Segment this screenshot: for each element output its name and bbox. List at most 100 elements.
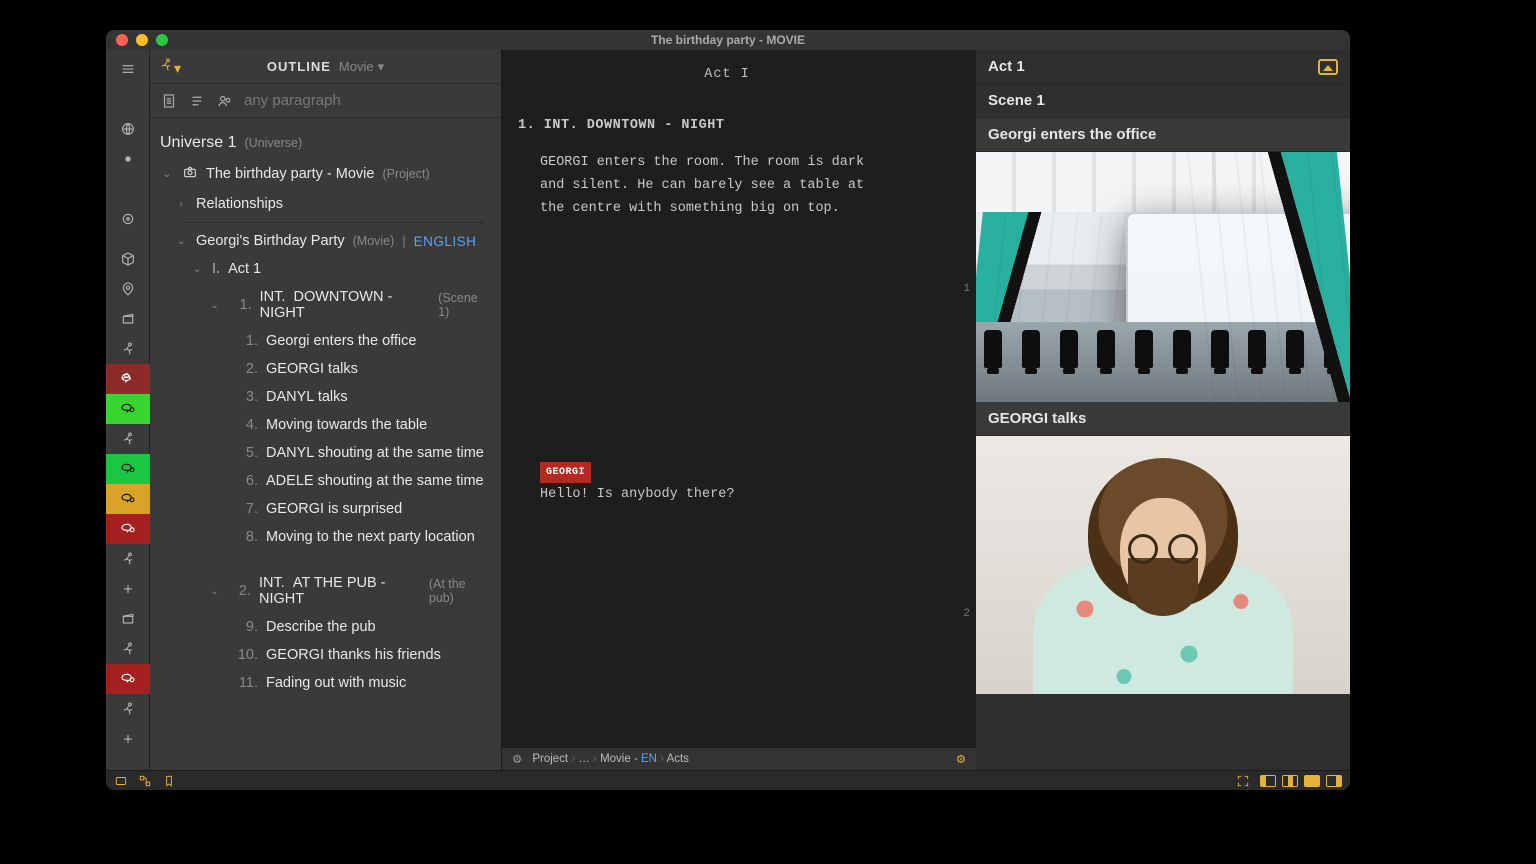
tree-scene-2[interactable]: ⌄ 2. INT. AT THE PUB - NIGHT (At the pub… bbox=[156, 569, 495, 613]
layout-right-button[interactable] bbox=[1326, 775, 1342, 787]
character-green-icon[interactable] bbox=[106, 394, 150, 424]
beat-num: 3. bbox=[234, 389, 258, 405]
footer-settings-icon[interactable]: ⚙ bbox=[512, 752, 522, 766]
tree-universe[interactable]: Universe 1 (Universe) bbox=[156, 128, 495, 158]
footer-right-gear-icon[interactable]: ⚙ bbox=[956, 752, 966, 766]
tree-beat[interactable]: 11.Fading out with music bbox=[156, 669, 495, 697]
movie-language[interactable]: ENGLISH bbox=[414, 234, 477, 249]
layout-left-button[interactable] bbox=[1260, 775, 1276, 787]
character-badge[interactable]: GEORGI bbox=[540, 462, 591, 483]
preview-scene-bar[interactable]: Scene 1 bbox=[976, 84, 1350, 118]
preview-image-office[interactable] bbox=[976, 152, 1350, 402]
globe-icon[interactable] bbox=[106, 114, 150, 144]
crumb-language[interactable]: EN bbox=[641, 753, 657, 765]
window-title: The birthday party - MOVIE bbox=[106, 33, 1350, 47]
beat-num: 5. bbox=[234, 445, 258, 461]
status-bookmark-icon[interactable] bbox=[162, 774, 176, 788]
close-window-button[interactable] bbox=[116, 34, 128, 46]
tree-beat[interactable]: 8.Moving to the next party location bbox=[156, 523, 495, 551]
tree-beat[interactable]: 3.DANYL talks bbox=[156, 383, 495, 411]
preview-scroll[interactable]: GEORGI talks bbox=[976, 152, 1350, 770]
preview-card2-header[interactable]: GEORGI talks bbox=[976, 402, 1350, 436]
cube-icon[interactable] bbox=[106, 244, 150, 274]
list-view-icon[interactable] bbox=[188, 92, 206, 110]
tree-relationships[interactable]: › Relationships bbox=[156, 190, 495, 218]
divider bbox=[184, 222, 485, 223]
beat-title: Fading out with music bbox=[266, 675, 406, 691]
pin-icon[interactable] bbox=[106, 274, 150, 304]
dot-icon[interactable] bbox=[106, 144, 150, 174]
tree-beat[interactable]: 4.Moving towards the table bbox=[156, 411, 495, 439]
beat-title: GEORGI is surprised bbox=[266, 501, 402, 517]
page-view-icon[interactable] bbox=[160, 92, 178, 110]
tree-beat[interactable]: 9.Describe the pub bbox=[156, 613, 495, 641]
zoom-window-button[interactable] bbox=[156, 34, 168, 46]
tree-beat[interactable]: 2.GEORGI talks bbox=[156, 355, 495, 383]
outline-search-input[interactable] bbox=[244, 92, 491, 109]
preview-act-bar[interactable]: Act 1 bbox=[976, 50, 1350, 84]
character-red-icon[interactable] bbox=[106, 364, 150, 394]
add-icon-2[interactable] bbox=[106, 724, 150, 754]
status-tree-icon[interactable] bbox=[138, 774, 152, 788]
movie-sep: | bbox=[402, 234, 405, 248]
running-icon[interactable] bbox=[106, 334, 150, 364]
preview-card1-title: Georgi enters the office bbox=[988, 126, 1156, 143]
minimize-window-button[interactable] bbox=[136, 34, 148, 46]
preview-act-label: Act 1 bbox=[988, 58, 1025, 75]
running-icon-2[interactable] bbox=[106, 424, 150, 454]
chevron-down-icon[interactable]: ⌄ bbox=[174, 236, 188, 247]
breadcrumb: Project › … › Movie - EN › Acts bbox=[532, 753, 689, 765]
tree-beat[interactable]: 10.GEORGI thanks his friends bbox=[156, 641, 495, 669]
tree-act[interactable]: ⌄ I. Act 1 bbox=[156, 255, 495, 283]
character-darkred-icon[interactable] bbox=[106, 514, 150, 544]
runner-gold-icon[interactable]: ▾ bbox=[158, 57, 181, 77]
outline-scope-dropdown[interactable]: Movie ▾ bbox=[339, 59, 384, 75]
chevron-down-icon[interactable]: ⌄ bbox=[160, 169, 174, 180]
running-icon-3[interactable] bbox=[106, 544, 150, 574]
movie-title: Georgi's Birthday Party bbox=[196, 233, 345, 249]
crumb-acts[interactable]: Acts bbox=[667, 753, 689, 765]
running-icon-5[interactable] bbox=[106, 694, 150, 724]
character-green2-icon[interactable] bbox=[106, 454, 150, 484]
beat-num: 6. bbox=[234, 473, 258, 489]
crumb-movie[interactable]: Movie - EN bbox=[600, 753, 657, 765]
image-toggle-icon[interactable] bbox=[1318, 59, 1338, 75]
beat-num: 7. bbox=[234, 501, 258, 517]
tree-beat[interactable]: 6.ADELE shouting at the same time bbox=[156, 467, 495, 495]
editor-scroll[interactable]: Act I 1. INT. DOWNTOWN - NIGHT GEORGI en… bbox=[502, 50, 976, 748]
layout-center-button[interactable] bbox=[1282, 775, 1298, 787]
people-filter-icon[interactable] bbox=[216, 92, 234, 110]
scene-slate-icon[interactable] bbox=[106, 304, 150, 334]
tree-scene-1[interactable]: ⌄ 1. INT. DOWNTOWN - NIGHT (Scene 1) bbox=[156, 283, 495, 327]
script-editor: Act I 1. INT. DOWNTOWN - NIGHT GEORGI en… bbox=[502, 50, 976, 770]
running-icon-4[interactable] bbox=[106, 634, 150, 664]
preview-image-portrait[interactable] bbox=[976, 436, 1350, 694]
character-amber-icon[interactable] bbox=[106, 484, 150, 514]
crumb-ellipsis[interactable]: … bbox=[578, 753, 590, 765]
add-icon[interactable] bbox=[106, 574, 150, 604]
rail-menu-icon[interactable] bbox=[106, 54, 150, 84]
crumb-project[interactable]: Project bbox=[532, 753, 568, 765]
tree-movie[interactable]: ⌄ Georgi's Birthday Party (Movie) | ENGL… bbox=[156, 227, 495, 255]
page-number-2: 2 bbox=[963, 605, 970, 624]
layout-full-button[interactable] bbox=[1304, 775, 1320, 787]
tree-beat[interactable]: 7. GEORGI is surprised bbox=[156, 495, 495, 523]
editor-slugline[interactable]: 1. INT. DOWNTOWN - NIGHT bbox=[518, 115, 936, 138]
preview-scene-label: Scene 1 bbox=[988, 92, 1045, 109]
tree-beat[interactable]: 1.Georgi enters the office bbox=[156, 327, 495, 355]
target-icon[interactable] bbox=[106, 204, 150, 234]
chevron-down-icon[interactable]: ⌄ bbox=[190, 264, 204, 275]
status-card-icon[interactable] bbox=[114, 774, 128, 788]
fullscreen-icon[interactable] bbox=[1236, 774, 1250, 788]
chevron-down-icon[interactable]: ⌄ bbox=[208, 300, 221, 311]
editor-action[interactable]: GEORGI enters the room. The room is dark… bbox=[540, 152, 880, 221]
beat-title: Moving towards the table bbox=[266, 417, 427, 433]
character-darkred2-icon[interactable] bbox=[106, 664, 150, 694]
chevron-down-icon[interactable]: ⌄ bbox=[208, 586, 221, 597]
tree-project[interactable]: ⌄ The birthday party - Movie (Project) bbox=[156, 158, 495, 190]
tree-beat[interactable]: 5.DANYL shouting at the same time bbox=[156, 439, 495, 467]
preview-card1-header[interactable]: Georgi enters the office bbox=[976, 118, 1350, 152]
scene-slate-icon-2[interactable] bbox=[106, 604, 150, 634]
editor-dialogue[interactable]: Hello! Is anybody there? bbox=[540, 484, 936, 507]
chevron-right-icon[interactable]: › bbox=[174, 199, 188, 210]
